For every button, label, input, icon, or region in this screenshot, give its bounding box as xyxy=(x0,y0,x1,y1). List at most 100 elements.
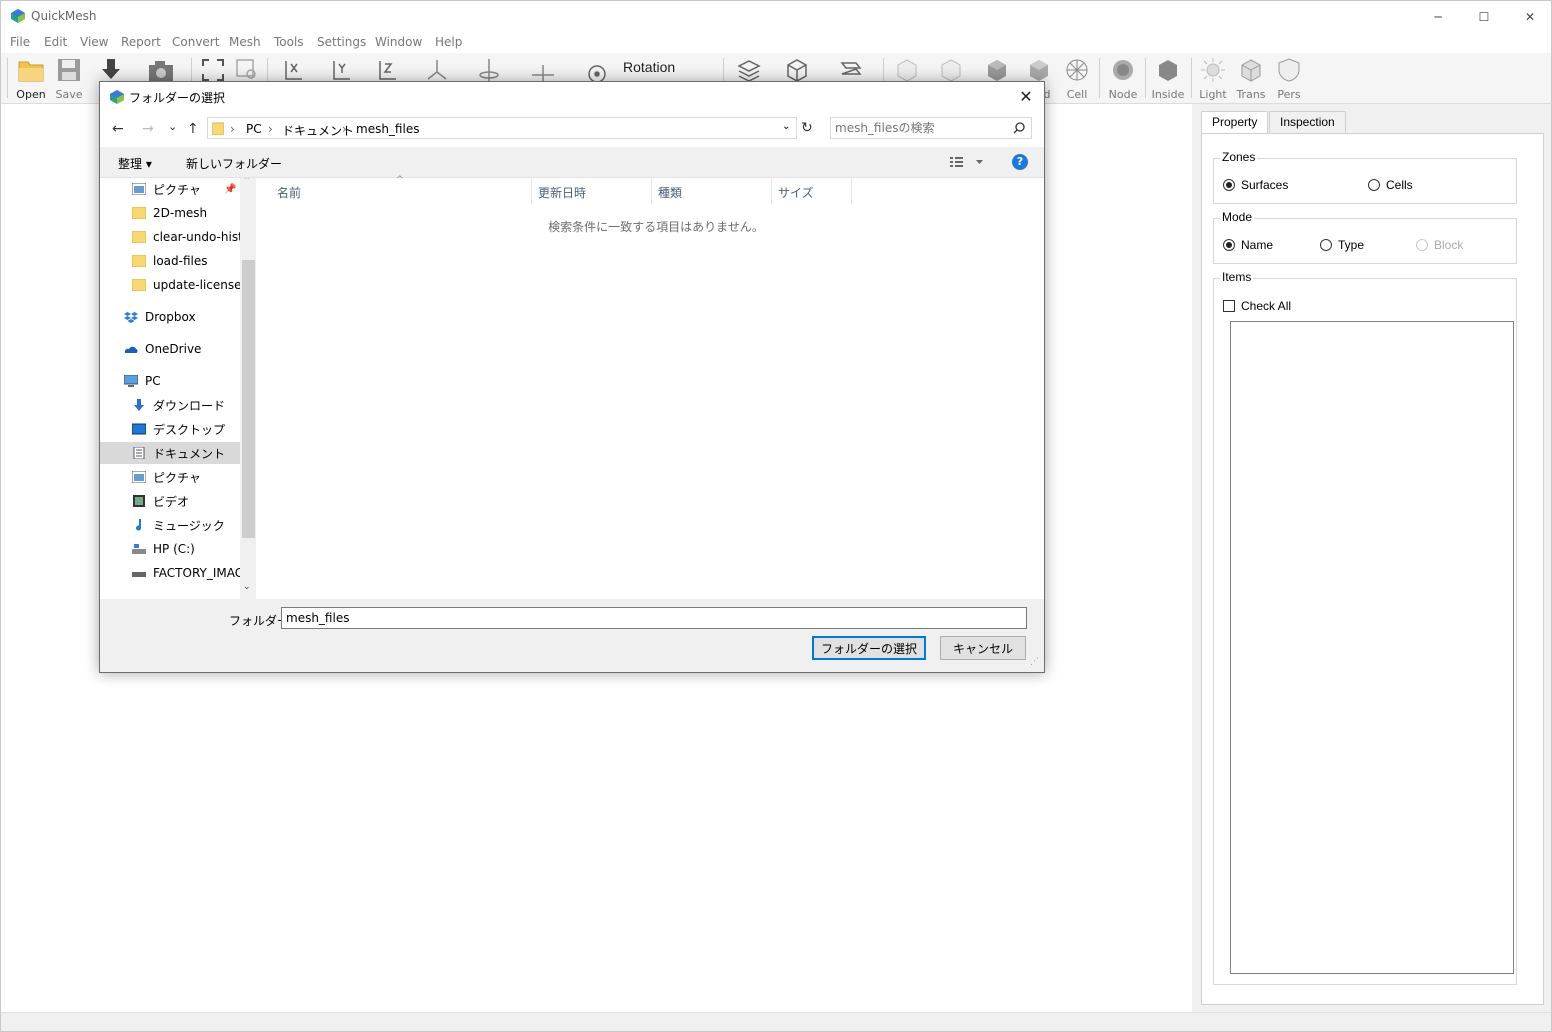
tab-inspection[interactable]: Inspection xyxy=(1269,111,1346,133)
folder-icon xyxy=(132,207,146,219)
nav-item-pc[interactable]: PC xyxy=(100,370,240,392)
axis-z-icon xyxy=(379,61,396,80)
address-row: ← → ⌄ ↑ › PC › ドキュメント › mesh_files ⌄ ↻ xyxy=(100,112,1044,147)
axis-x-icon xyxy=(285,61,302,80)
items-list[interactable] xyxy=(1230,321,1514,974)
zoom-box-icon xyxy=(236,59,256,79)
cell-button[interactable]: Cell xyxy=(1057,55,1097,101)
menu-file[interactable]: File xyxy=(10,35,30,49)
maximize-button[interactable]: ☐ xyxy=(1461,1,1507,32)
nav-item-load-files[interactable]: load-files xyxy=(100,250,240,272)
nav-item-2d-mesh[interactable]: 2D-mesh xyxy=(100,202,240,224)
video-icon xyxy=(133,495,145,507)
menu-settings[interactable]: Settings xyxy=(317,35,366,49)
scroll-down-arrow-icon[interactable]: ⌄ xyxy=(243,582,251,592)
command-bar: 整理 ▾ 新しいフォルダー ? xyxy=(100,147,1044,178)
view-options-icon[interactable] xyxy=(950,156,984,168)
music-icon xyxy=(136,519,142,531)
minimize-button[interactable]: ─ xyxy=(1415,1,1461,32)
cell-label: Cell xyxy=(1066,88,1088,101)
search-input[interactable] xyxy=(835,120,1005,136)
radio-name[interactable]: Name xyxy=(1223,238,1273,252)
nav-item-documents[interactable]: ドキュメント xyxy=(100,442,240,464)
navigation-pane: ピクチャ 📌 2D-mesh clear-undo-history load-f… xyxy=(100,178,256,599)
up-button[interactable]: ↑ xyxy=(187,121,199,137)
nav-item-clear-undo-history[interactable]: clear-undo-history xyxy=(100,226,240,248)
radio-name-indicator xyxy=(1223,239,1235,251)
close-window-button[interactable]: ✕ xyxy=(1507,1,1552,32)
column-type[interactable]: 種類 xyxy=(652,178,772,204)
resize-grip-icon[interactable]: ⋰ xyxy=(1030,657,1039,667)
column-size[interactable]: サイズ xyxy=(772,178,852,204)
nav-item-pictures-pinned[interactable]: ピクチャ 📌 xyxy=(100,178,240,200)
crumb-separator: › xyxy=(342,122,347,136)
nav-item-downloads[interactable]: ダウンロード xyxy=(100,394,240,416)
dialog-close-button[interactable]: ✕ xyxy=(1016,87,1036,107)
nav-item-pictures[interactable]: ピクチャ xyxy=(100,466,240,488)
menu-help[interactable]: Help xyxy=(435,35,462,49)
tab-property[interactable]: Property xyxy=(1201,111,1269,134)
crumb-pc[interactable]: PC xyxy=(246,122,262,136)
nav-item-dropbox[interactable]: Dropbox xyxy=(100,306,240,328)
menu-edit[interactable]: Edit xyxy=(44,35,67,49)
column-modified[interactable]: 更新日時 xyxy=(532,178,652,204)
address-dropdown-icon[interactable]: ⌄ xyxy=(782,121,790,132)
rotate-axis-icon xyxy=(479,59,499,81)
menu-tools[interactable]: Tools xyxy=(274,35,304,49)
nav-item-update-license[interactable]: update-license xyxy=(100,274,240,296)
nav-item-desktop[interactable]: デスクトップ xyxy=(100,418,240,440)
pin-icon: 📌 xyxy=(224,183,237,195)
select-folder-button[interactable]: フォルダーの選択 xyxy=(812,636,926,660)
nav-item-label: HP (C:) xyxy=(153,542,195,556)
folder-name-input[interactable] xyxy=(281,607,1027,629)
new-folder-button[interactable]: 新しいフォルダー xyxy=(186,155,282,172)
nav-item-music[interactable]: ミュージック xyxy=(100,514,240,536)
nav-item-videos[interactable]: ビデオ xyxy=(100,490,240,512)
save-button[interactable]: Save xyxy=(49,55,89,101)
cancel-button[interactable]: キャンセル xyxy=(940,636,1026,660)
menu-view[interactable]: View xyxy=(80,35,108,49)
solid-cube-icon xyxy=(1030,60,1048,81)
node-button[interactable]: Node xyxy=(1103,55,1143,101)
check-all-checkbox[interactable]: Check All xyxy=(1223,299,1291,313)
nav-item-factory-image[interactable]: FACTORY_IMAGE xyxy=(100,562,240,584)
light-sun-icon xyxy=(1201,58,1225,82)
organize-button[interactable]: 整理 ▾ xyxy=(118,155,152,172)
radio-type[interactable]: Type xyxy=(1320,238,1364,252)
node-sphere-icon xyxy=(1113,60,1133,80)
dialog-title-bar: フォルダーの選択 ✕ xyxy=(100,82,1044,112)
transparent-cube-icon xyxy=(1241,59,1261,82)
radio-cells-indicator xyxy=(1368,179,1380,191)
items-title: Items xyxy=(1220,270,1254,284)
radio-surfaces[interactable]: Surfaces xyxy=(1223,178,1288,192)
app-logo-icon xyxy=(110,90,124,104)
help-icon[interactable]: ? xyxy=(1012,154,1028,170)
column-name[interactable]: 名前 xyxy=(271,178,532,204)
documents-icon xyxy=(133,447,145,459)
folder-icon xyxy=(212,122,224,135)
folder-icon xyxy=(132,255,146,267)
radio-cells[interactable]: Cells xyxy=(1368,178,1413,192)
recent-locations-button[interactable]: ⌄ xyxy=(168,120,177,133)
nav-item-hp-c[interactable]: HP (C:) xyxy=(100,538,240,560)
menu-report[interactable]: Report xyxy=(121,35,161,49)
crumb-mesh-files[interactable]: mesh_files xyxy=(356,122,419,136)
file-list-pane[interactable]: ^ 名前 更新日時 種類 サイズ 検索条件に一致する項目はありません。 xyxy=(256,175,1044,599)
radio-block: Block xyxy=(1416,238,1463,252)
nav-item-label: Dropbox xyxy=(145,310,196,324)
back-button[interactable]: ← xyxy=(112,121,124,137)
nav-item-label: clear-undo-history xyxy=(153,230,240,244)
search-box[interactable] xyxy=(830,117,1032,139)
menu-mesh[interactable]: Mesh xyxy=(229,35,261,49)
nav-scrollbar-thumb[interactable] xyxy=(242,260,255,538)
pers-button[interactable]: Pers xyxy=(1269,55,1309,101)
forward-button[interactable]: → xyxy=(142,121,154,137)
address-bar[interactable]: › PC › ドキュメント › mesh_files ⌄ xyxy=(207,117,797,139)
menu-convert[interactable]: Convert xyxy=(172,35,219,49)
refresh-button[interactable]: ↻ xyxy=(801,120,813,136)
nav-item-onedrive[interactable]: OneDrive xyxy=(100,338,240,360)
inside-button[interactable]: Inside xyxy=(1148,55,1188,101)
scroll-up-arrow-icon[interactable]: ⌃ xyxy=(243,178,251,186)
menu-window[interactable]: Window xyxy=(375,35,422,49)
app-logo-icon xyxy=(11,9,25,23)
